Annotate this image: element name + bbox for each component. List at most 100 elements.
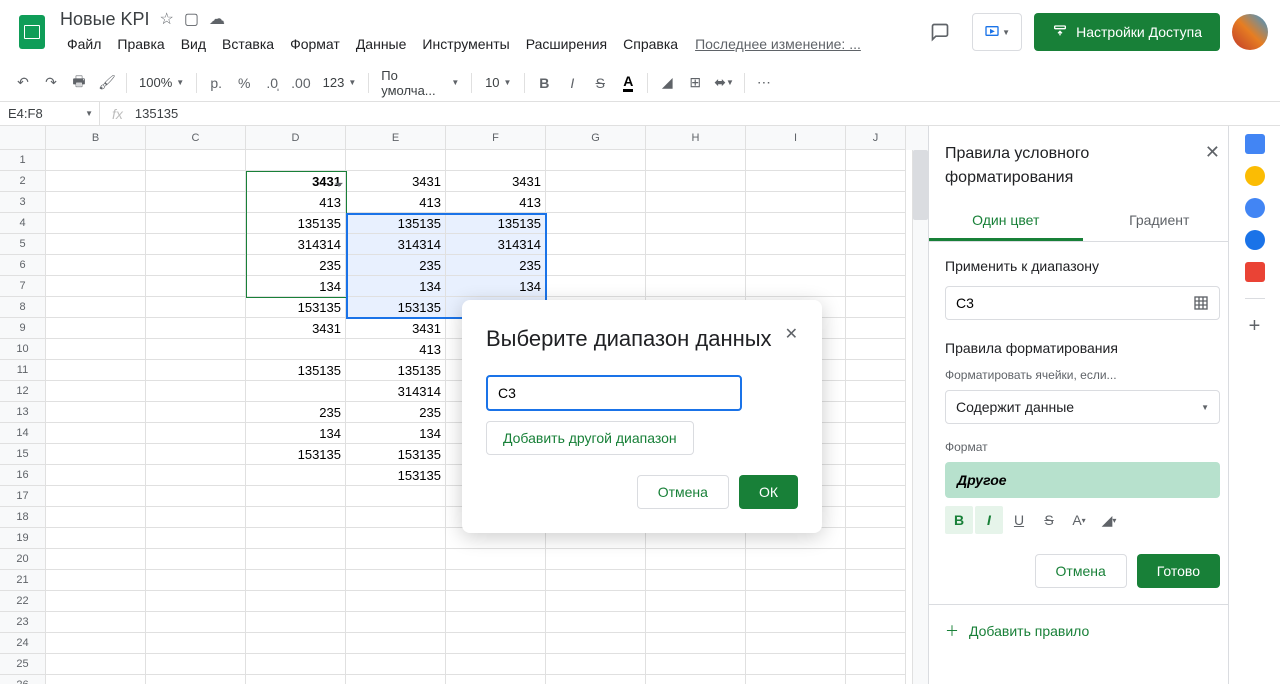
more-icon[interactable]: ⋯ <box>751 70 777 96</box>
fmt-fill-color-icon[interactable]: ◢▾ <box>1095 506 1123 534</box>
strike-icon[interactable]: S <box>587 70 613 96</box>
cell-B8[interactable] <box>46 297 146 318</box>
cell-C24[interactable] <box>146 633 246 654</box>
row-header[interactable]: 12 <box>0 381 46 402</box>
cell-I4[interactable] <box>746 213 846 234</box>
cell-G4[interactable] <box>546 213 646 234</box>
cell-J16[interactable] <box>846 465 906 486</box>
cell-E15[interactable]: 153135 <box>346 444 446 465</box>
cell-D5[interactable]: 314314 <box>246 234 346 255</box>
row-header[interactable]: 10 <box>0 339 46 360</box>
panel-cancel-button[interactable]: Отмена <box>1035 554 1127 588</box>
cell-D4[interactable]: 135135 <box>246 213 346 234</box>
zoom-select[interactable]: 100%▼ <box>133 75 190 90</box>
cell-B12[interactable] <box>46 381 146 402</box>
cell-H5[interactable] <box>646 234 746 255</box>
cell-J10[interactable] <box>846 339 906 360</box>
cell-B23[interactable] <box>46 612 146 633</box>
redo-icon[interactable]: ↷ <box>38 70 64 96</box>
row-header[interactable]: 21 <box>0 570 46 591</box>
cell-F6[interactable]: 235 <box>446 255 546 276</box>
cell-E14[interactable]: 134 <box>346 423 446 444</box>
format-preview[interactable]: Другое <box>945 462 1220 498</box>
col-B[interactable]: B <box>46 126 146 150</box>
last-edit-link[interactable]: Последнее изменение: ... <box>695 36 861 52</box>
cell-J2[interactable] <box>846 171 906 192</box>
dialog-ok-button[interactable]: ОК <box>739 475 798 509</box>
cell-F20[interactable] <box>446 549 546 570</box>
star-icon[interactable]: ☆ <box>160 9 174 29</box>
col-J[interactable]: J <box>846 126 906 150</box>
cell-B15[interactable] <box>46 444 146 465</box>
row-header[interactable]: 6 <box>0 255 46 276</box>
cell-D7[interactable]: 134 <box>246 276 346 297</box>
cell-G22[interactable] <box>546 591 646 612</box>
row-header[interactable]: 24 <box>0 633 46 654</box>
cell-B10[interactable] <box>46 339 146 360</box>
cell-C19[interactable] <box>146 528 246 549</box>
cell-J7[interactable] <box>846 276 906 297</box>
row-header[interactable]: 16 <box>0 465 46 486</box>
cell-D17[interactable] <box>246 486 346 507</box>
row-header[interactable]: 18 <box>0 507 46 528</box>
move-icon[interactable]: ▢ <box>184 9 199 29</box>
cell-C23[interactable] <box>146 612 246 633</box>
cell-H1[interactable] <box>646 150 746 171</box>
sheets-logo[interactable] <box>12 12 52 52</box>
cell-F4[interactable]: 135135 <box>446 213 546 234</box>
cell-I7[interactable] <box>746 276 846 297</box>
row-header[interactable]: 26 <box>0 675 46 684</box>
format-number[interactable]: 123▼ <box>317 75 363 90</box>
cell-D25[interactable] <box>246 654 346 675</box>
cloud-icon[interactable]: ☁ <box>209 9 225 29</box>
vertical-scrollbar[interactable] <box>912 150 928 684</box>
menu-insert[interactable]: Вставка <box>215 32 281 56</box>
cell-H23[interactable] <box>646 612 746 633</box>
row-header[interactable]: 13 <box>0 402 46 423</box>
row-header[interactable]: 8 <box>0 297 46 318</box>
cell-G1[interactable] <box>546 150 646 171</box>
italic-icon[interactable]: I <box>559 70 585 96</box>
fmt-strike-icon[interactable]: S <box>1035 506 1063 534</box>
range-input[interactable] <box>945 286 1220 320</box>
cell-E12[interactable]: 314314 <box>346 381 446 402</box>
cell-E13[interactable]: 235 <box>346 402 446 423</box>
cell-F22[interactable] <box>446 591 546 612</box>
name-box[interactable]: E4:F8▼ <box>0 102 100 125</box>
cell-F5[interactable]: 314314 <box>446 234 546 255</box>
cell-C9[interactable] <box>146 318 246 339</box>
percent-icon[interactable]: % <box>231 70 257 96</box>
row-header[interactable]: 17 <box>0 486 46 507</box>
cell-F21[interactable] <box>446 570 546 591</box>
cell-D20[interactable] <box>246 549 346 570</box>
cell-C10[interactable] <box>146 339 246 360</box>
cell-J3[interactable] <box>846 192 906 213</box>
cell-E5[interactable]: 314314 <box>346 234 446 255</box>
font-size[interactable]: 10▼ <box>478 75 518 90</box>
cell-E22[interactable] <box>346 591 446 612</box>
cell-H26[interactable] <box>646 675 746 684</box>
cell-E17[interactable] <box>346 486 446 507</box>
row-header[interactable]: 14 <box>0 423 46 444</box>
cell-I20[interactable] <box>746 549 846 570</box>
cell-D3[interactable]: 413 <box>246 192 346 213</box>
cell-B4[interactable] <box>46 213 146 234</box>
row-header[interactable]: 22 <box>0 591 46 612</box>
menu-tools[interactable]: Инструменты <box>415 32 516 56</box>
cell-D9[interactable]: 3431 <box>246 318 346 339</box>
cell-J15[interactable] <box>846 444 906 465</box>
cell-I22[interactable] <box>746 591 846 612</box>
menu-edit[interactable]: Правка <box>110 32 171 56</box>
row-header[interactable]: 9 <box>0 318 46 339</box>
cell-E19[interactable] <box>346 528 446 549</box>
cell-I5[interactable] <box>746 234 846 255</box>
cell-B17[interactable] <box>46 486 146 507</box>
menu-data[interactable]: Данные <box>349 32 414 56</box>
cell-B11[interactable] <box>46 360 146 381</box>
cell-E24[interactable] <box>346 633 446 654</box>
menu-view[interactable]: Вид <box>174 32 213 56</box>
cell-F1[interactable] <box>446 150 546 171</box>
cell-C25[interactable] <box>146 654 246 675</box>
cell-G6[interactable] <box>546 255 646 276</box>
cell-C20[interactable] <box>146 549 246 570</box>
